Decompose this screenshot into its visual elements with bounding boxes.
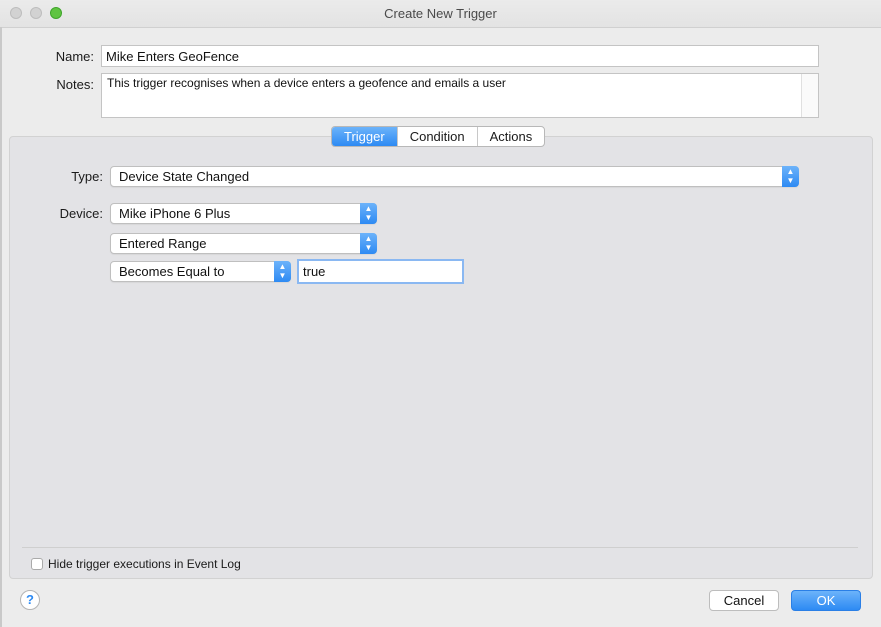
footer-divider: [22, 547, 858, 548]
tab-bar: Trigger Condition Actions: [331, 126, 546, 147]
dialog-window: Create New Trigger Name: Mike Enters Geo…: [0, 0, 881, 627]
tab-condition[interactable]: Condition: [398, 127, 478, 146]
updown-chevron-icon: ▲ ▼: [360, 233, 377, 254]
notes-label: Notes:: [56, 77, 94, 92]
tab-actions[interactable]: Actions: [478, 127, 545, 146]
notes-textarea[interactable]: This trigger recognises when a device en…: [101, 73, 819, 118]
comparison-popup[interactable]: Becomes Equal to ▲ ▼: [110, 261, 291, 282]
device-popup[interactable]: Mike iPhone 6 Plus ▲ ▼: [110, 203, 377, 224]
updown-chevron-icon: ▲ ▼: [360, 203, 377, 224]
name-field[interactable]: Mike Enters GeoFence: [101, 45, 819, 67]
title-bar: Create New Trigger: [0, 0, 881, 28]
notes-text: This trigger recognises when a device en…: [107, 76, 506, 90]
window-title: Create New Trigger: [384, 6, 497, 21]
type-popup[interactable]: Device State Changed ▲ ▼: [110, 166, 799, 187]
comparison-popup-value: Becomes Equal to: [119, 264, 225, 279]
name-label: Name:: [55, 49, 94, 64]
cancel-button[interactable]: Cancel: [709, 590, 779, 611]
help-icon[interactable]: ?: [20, 590, 40, 610]
tab-trigger[interactable]: Trigger: [332, 127, 398, 146]
notes-scrollbar[interactable]: [801, 74, 818, 117]
state-popup[interactable]: Entered Range ▲ ▼: [110, 233, 377, 254]
ok-button[interactable]: OK: [791, 590, 861, 611]
value-field[interactable]: true: [297, 259, 464, 284]
state-popup-value: Entered Range: [119, 236, 207, 251]
type-label: Type:: [71, 169, 103, 184]
window-edge-divider: [0, 27, 2, 627]
hide-executions-checkbox[interactable]: [31, 558, 43, 570]
device-label: Device:: [59, 206, 103, 221]
type-popup-value: Device State Changed: [119, 169, 250, 184]
updown-chevron-icon: ▲ ▼: [274, 261, 291, 282]
hide-executions-label[interactable]: Hide trigger executions in Event Log: [48, 557, 241, 571]
updown-chevron-icon: ▲ ▼: [782, 166, 799, 187]
device-popup-value: Mike iPhone 6 Plus: [119, 206, 231, 221]
